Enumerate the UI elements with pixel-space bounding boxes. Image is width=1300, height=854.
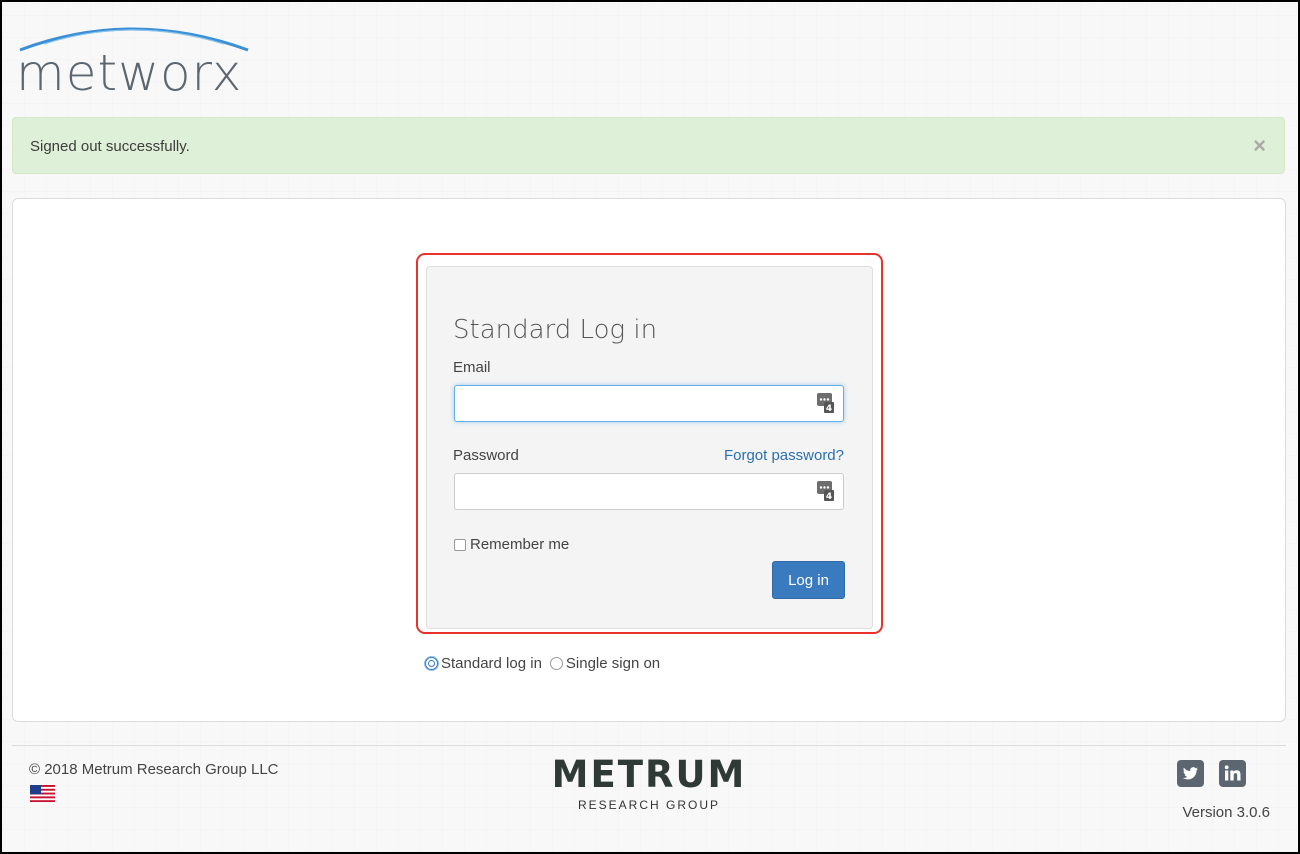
copyright-text: © 2018 Metrum Research Group LLC (29, 761, 279, 778)
svg-text:4: 4 (826, 492, 832, 501)
radio-single-sign-on[interactable]: Single sign on (549, 655, 661, 672)
remember-me-label: Remember me (470, 536, 570, 553)
us-flag-icon[interactable] (30, 785, 55, 802)
remember-me-row[interactable]: Remember me (454, 536, 569, 553)
success-alert: Signed out successfully. × (12, 117, 1285, 174)
logo-text: metworx (16, 44, 243, 102)
version-text: Version 3.0.6 (1182, 804, 1270, 821)
radio-button[interactable] (549, 657, 563, 670)
twitter-icon[interactable] (1177, 760, 1204, 787)
linkedin-icon[interactable] (1219, 760, 1246, 787)
password-label: Password (453, 447, 519, 464)
email-field[interactable] (454, 385, 844, 422)
metworx-logo[interactable]: metworx (14, 18, 264, 102)
email-label: Email (453, 359, 491, 376)
metrum-wordmark: METRUM (551, 753, 747, 796)
login-mode-selector: Standard log in Single sign on (425, 655, 668, 672)
radio-standard-log-in[interactable]: Standard log in (425, 655, 542, 672)
remember-me-checkbox[interactable] (454, 538, 466, 551)
forgot-password-link[interactable]: Forgot password? (724, 447, 844, 464)
password-manager-icon[interactable]: 4 (817, 393, 834, 413)
metrum-subtitle: RESEARCH GROUP (577, 798, 721, 812)
login-title: Standard Log in (453, 315, 658, 345)
metrum-logo[interactable]: METRUM RESEARCH GROUP (535, 756, 763, 812)
footer-divider (12, 745, 1286, 746)
alert-message: Signed out successfully. (30, 138, 190, 155)
alert-close-button[interactable]: × (1253, 135, 1266, 157)
svg-text:4: 4 (826, 404, 832, 413)
password-manager-icon[interactable]: 4 (817, 481, 834, 501)
radio-button-checked[interactable] (425, 657, 438, 670)
radio-label: Standard log in (441, 655, 542, 672)
password-field[interactable] (454, 473, 844, 510)
radio-label: Single sign on (565, 655, 661, 672)
login-button[interactable]: Log in (772, 561, 845, 599)
